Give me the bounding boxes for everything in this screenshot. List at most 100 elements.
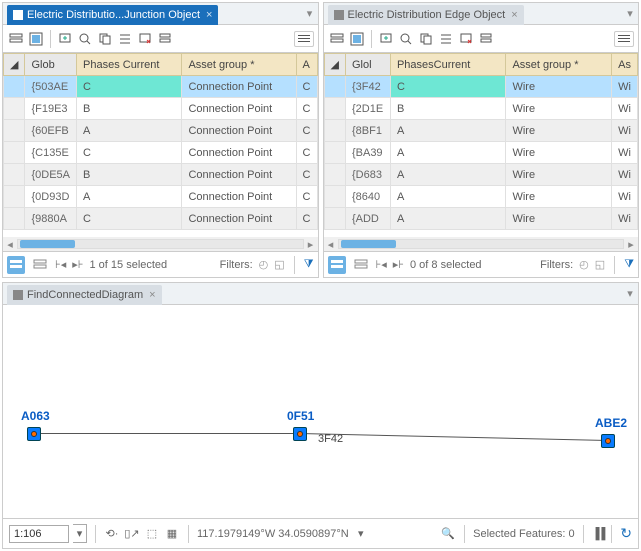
row-header[interactable]: ◢	[4, 54, 25, 76]
data-grid[interactable]: ◢ Glob Phases Current Asset group * A {5…	[3, 53, 318, 237]
cell-last[interactable]: Wi	[612, 208, 638, 230]
row-selector[interactable]	[4, 186, 25, 208]
pause-icon[interactable]: ▐▐	[592, 528, 604, 540]
close-icon[interactable]: ×	[511, 9, 517, 21]
table-row[interactable]: {503AE C Connection Point C	[4, 76, 318, 98]
cell-glob[interactable]: {2D1E	[345, 98, 390, 120]
menu-icon[interactable]	[614, 31, 634, 47]
col-phases[interactable]: Phases Current	[77, 54, 182, 76]
tab-menu-icon[interactable]: ▾	[302, 7, 318, 20]
cell-phase[interactable]: B	[77, 98, 182, 120]
cell-glob[interactable]: {C135E	[25, 142, 77, 164]
cell-last[interactable]: C	[296, 208, 317, 230]
cell-phase[interactable]: B	[77, 164, 182, 186]
cell-asset[interactable]: Wire	[506, 76, 612, 98]
scroll-right-icon[interactable]: ▸	[624, 238, 638, 251]
row-selector[interactable]	[324, 120, 345, 142]
show-all-icon[interactable]	[7, 256, 25, 274]
next-icon[interactable]: ▸⊦	[72, 258, 83, 271]
table-row[interactable]: {D683 A Wire Wi	[324, 164, 638, 186]
row-selector[interactable]	[4, 76, 25, 98]
cell-phase[interactable]: A	[390, 142, 505, 164]
table-row[interactable]: {3F42 C Wire Wi	[324, 76, 638, 98]
search-icon[interactable]: 🔍	[440, 526, 456, 542]
cell-phase[interactable]: C	[77, 142, 182, 164]
filter-extent-icon[interactable]: ◱	[274, 258, 284, 271]
cell-phase[interactable]: A	[390, 208, 505, 230]
cell-last[interactable]: Wi	[612, 76, 638, 98]
scroll-right-icon[interactable]: ▸	[304, 238, 318, 251]
first-icon[interactable]: ⊦◂	[376, 258, 387, 271]
cell-last[interactable]: C	[296, 142, 317, 164]
h-scrollbar[interactable]: ◂ ▸	[324, 237, 639, 251]
cell-glob[interactable]: {3F42	[345, 76, 390, 98]
cell-asset[interactable]: Connection Point	[182, 164, 296, 186]
table-row[interactable]: {0D93D A Connection Point C	[4, 186, 318, 208]
rows-icon[interactable]	[156, 30, 174, 48]
cell-asset[interactable]: Connection Point	[182, 76, 296, 98]
diagram-canvas[interactable]: 3F42 A0630F51ABE2	[3, 305, 638, 518]
zoom-icon[interactable]	[76, 30, 94, 48]
snap-icon[interactable]: ▦	[164, 526, 180, 542]
cell-last[interactable]: Wi	[612, 164, 638, 186]
close-icon[interactable]: ×	[206, 9, 212, 21]
col-asset[interactable]: Asset group *	[182, 54, 296, 76]
row-selector[interactable]	[4, 208, 25, 230]
cell-last[interactable]: Wi	[612, 120, 638, 142]
row-selector[interactable]	[4, 98, 25, 120]
select-all-icon[interactable]	[348, 30, 366, 48]
table-row[interactable]: {C135E C Connection Point C	[4, 142, 318, 164]
tab-menu-icon[interactable]: ▾	[622, 287, 638, 300]
cell-last[interactable]: Wi	[612, 186, 638, 208]
next-icon[interactable]: ▸⊦	[393, 258, 404, 271]
field-view-icon[interactable]	[7, 30, 25, 48]
tab-diagram[interactable]: FindConnectedDiagram ×	[7, 285, 162, 305]
bookmark-icon[interactable]: ▯↗	[124, 526, 140, 542]
cell-phase[interactable]: A	[390, 164, 505, 186]
add-icon[interactable]	[377, 30, 395, 48]
cell-phase[interactable]: A	[77, 186, 182, 208]
table-row[interactable]: {0DE5A B Connection Point C	[4, 164, 318, 186]
tab-edge[interactable]: Electric Distribution Edge Object ×	[328, 5, 524, 25]
zoom-icon[interactable]	[397, 30, 415, 48]
table-row[interactable]: {BA39 A Wire Wi	[324, 142, 638, 164]
show-all-icon[interactable]	[328, 256, 346, 274]
cell-glob[interactable]: {D683	[345, 164, 390, 186]
cell-last[interactable]: C	[296, 98, 317, 120]
cell-asset[interactable]: Wire	[506, 98, 612, 120]
show-selected-icon[interactable]	[352, 256, 370, 274]
col-glob[interactable]: Glol	[345, 54, 390, 76]
row-selector[interactable]	[4, 142, 25, 164]
field-view-icon[interactable]	[328, 30, 346, 48]
delete-icon[interactable]	[136, 30, 154, 48]
close-icon[interactable]: ×	[149, 289, 155, 301]
first-icon[interactable]: ⊦◂	[55, 258, 66, 271]
table-row[interactable]: {8BF1 A Wire Wi	[324, 120, 638, 142]
cell-last[interactable]: Wi	[612, 142, 638, 164]
cell-asset[interactable]: Wire	[506, 164, 612, 186]
menu-icon[interactable]	[294, 31, 314, 47]
table-row[interactable]: {ADD A Wire Wi	[324, 208, 638, 230]
table-row[interactable]: {60EFB A Connection Point C	[4, 120, 318, 142]
row-header[interactable]: ◢	[324, 54, 345, 76]
cell-glob[interactable]: {ADD	[345, 208, 390, 230]
list-icon[interactable]	[116, 30, 134, 48]
cell-phase[interactable]: A	[390, 120, 505, 142]
cell-glob[interactable]: {F19E3	[25, 98, 77, 120]
cell-glob[interactable]: {9880A	[25, 208, 77, 230]
filter-funnel-icon[interactable]: ⧩	[304, 258, 314, 271]
cell-asset[interactable]: Connection Point	[182, 208, 296, 230]
cell-asset[interactable]: Wire	[506, 186, 612, 208]
scale-dropdown-icon[interactable]: ▾	[73, 524, 87, 543]
cell-glob[interactable]: {8BF1	[345, 120, 390, 142]
cell-phase[interactable]: A	[77, 120, 182, 142]
copy-icon[interactable]	[417, 30, 435, 48]
row-selector[interactable]	[4, 120, 25, 142]
cell-phase[interactable]: C	[77, 208, 182, 230]
table-row[interactable]: {8640 A Wire Wi	[324, 186, 638, 208]
cell-last[interactable]: Wi	[612, 98, 638, 120]
row-selector[interactable]	[324, 164, 345, 186]
cell-phase[interactable]: C	[77, 76, 182, 98]
cell-asset[interactable]: Wire	[506, 120, 612, 142]
cell-asset[interactable]: Connection Point	[182, 98, 296, 120]
